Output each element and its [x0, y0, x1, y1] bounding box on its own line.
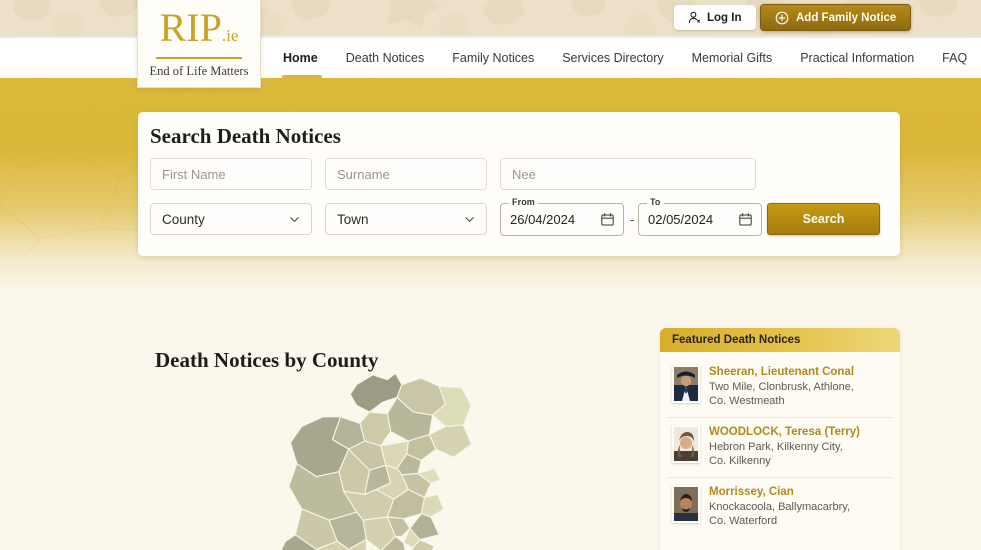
nav-items: Home Death Notices Family Notices Servic… [278, 38, 981, 78]
featured-notice-list: Sheeran, Lieutenant Conal Two Mile, Clon… [660, 352, 900, 537]
ireland-counties-map[interactable] [228, 370, 558, 550]
nav-label: Death Notices [345, 51, 425, 65]
notice-address-line1: Two Mile, Clonbrusk, Athlone, [709, 381, 854, 393]
plus-circle-icon [775, 11, 789, 24]
featured-notice-item[interactable]: Sheeran, Lieutenant Conal Two Mile, Clon… [667, 358, 893, 418]
nav-item-services-directory[interactable]: Services Directory [548, 38, 677, 78]
county-dublin[interactable] [420, 493, 445, 518]
notice-address-line1: Hebron Park, Kilkenny City, [709, 441, 843, 453]
notice-name: WOODLOCK, Teresa (Terry) [709, 426, 861, 438]
featured-notice-item[interactable]: WOODLOCK, Teresa (Terry) Hebron Park, Ki… [667, 418, 893, 478]
portrait-photo-icon [674, 487, 698, 521]
login-button[interactable]: Log In [674, 5, 756, 30]
featured-panel-header: Featured Death Notices [660, 328, 900, 352]
notice-thumbnail [672, 425, 700, 463]
county-select-value: County [162, 211, 205, 227]
surname-placeholder: Surname [337, 166, 390, 182]
county-select[interactable]: County [150, 203, 312, 235]
nee-input[interactable]: Nee [500, 158, 756, 190]
portrait-photo-icon [674, 367, 698, 401]
date-from-field[interactable]: From 26/04/2024 [500, 197, 624, 236]
surname-input[interactable]: Surname [325, 158, 487, 190]
nee-placeholder: Nee [512, 166, 536, 182]
nav-label: Family Notices [452, 51, 535, 65]
town-select-value: Town [337, 211, 369, 227]
notice-details: Morrissey, Cian Knockacoola, Ballymacarb… [709, 485, 850, 528]
notice-thumbnail [672, 485, 700, 523]
search-panel-title: Search Death Notices [150, 124, 341, 148]
nav-item-practical-information[interactable]: Practical Information [786, 38, 928, 78]
date-range-separator: - [630, 212, 635, 227]
date-to-value: 02/05/2024 [648, 212, 714, 227]
logo-underline [156, 56, 242, 59]
date-from-label: From [509, 197, 538, 207]
notice-name: Morrissey, Cian [709, 486, 794, 498]
chevron-down-icon [465, 216, 474, 222]
notice-details: WOODLOCK, Teresa (Terry) Hebron Park, Ki… [709, 425, 860, 468]
page-root: Home Death Notices Family Notices Servic… [0, 0, 981, 550]
search-button[interactable]: Search [767, 203, 880, 235]
nav-label: Memorial Gifts [691, 51, 773, 65]
nav-item-faq[interactable]: FAQ [928, 38, 981, 78]
add-family-notice-button[interactable]: Add Family Notice [760, 4, 912, 31]
first-name-placeholder: First Name [162, 166, 226, 182]
featured-death-notices-panel: Featured Death Notices Sheeran, Lieutena… [660, 328, 900, 550]
logo-tagline: End of Life Matters [149, 63, 249, 78]
notice-name: Sheeran, Lieutenant Conal [709, 366, 855, 378]
notice-address-line2: Co. Westmeath [709, 394, 785, 407]
search-death-notices-card: Search Death Notices First Name Surname … [138, 112, 900, 256]
town-select[interactable]: Town [325, 203, 487, 235]
site-logo[interactable]: RIP.ie End of Life Matters [137, 0, 261, 88]
date-from-value: 26/04/2024 [510, 212, 576, 227]
nav-label: Practical Information [800, 51, 915, 65]
logo-tld-text: .ie [221, 25, 239, 45]
date-to-field[interactable]: To 02/05/2024 [638, 197, 762, 236]
portrait-photo-icon [674, 427, 698, 461]
nav-label: Services Directory [562, 51, 664, 65]
logo-wordmark: RIP.ie [159, 4, 239, 56]
notice-address-line1: Knockacoola, Ballymacarbry, [709, 501, 851, 513]
calendar-icon[interactable] [600, 212, 615, 227]
nav-label: Home [283, 51, 318, 65]
logo-main-text: RIP [159, 4, 222, 50]
nav-item-death-notices[interactable]: Death Notices [332, 38, 439, 78]
featured-notice-item[interactable]: Morrissey, Cian Knockacoola, Ballymacarb… [667, 478, 893, 537]
notice-details: Sheeran, Lieutenant Conal Two Mile, Clon… [709, 365, 854, 408]
first-name-input[interactable]: First Name [150, 158, 312, 190]
notice-address-line2: Co. Waterford [709, 514, 778, 527]
notice-thumbnail [672, 365, 700, 403]
county-down[interactable] [428, 424, 473, 458]
nav-item-home[interactable]: Home [278, 38, 332, 78]
nav-item-memorial-gifts[interactable]: Memorial Gifts [678, 38, 787, 78]
date-to-label: To [647, 197, 664, 207]
nav-item-family-notices[interactable]: Family Notices [438, 38, 548, 78]
chevron-down-icon [290, 216, 299, 222]
add-family-notice-label: Add Family Notice [796, 11, 897, 24]
search-button-label: Search [802, 212, 845, 226]
calendar-icon[interactable] [738, 212, 753, 227]
notice-address-line2: Co. Kilkenny [709, 454, 771, 467]
nav-label: FAQ [942, 51, 968, 65]
login-label: Log In [707, 11, 742, 24]
death-notices-by-county-card: Death Notices by County [138, 328, 638, 550]
ireland-map-svg[interactable] [228, 370, 558, 550]
user-icon [688, 11, 701, 24]
